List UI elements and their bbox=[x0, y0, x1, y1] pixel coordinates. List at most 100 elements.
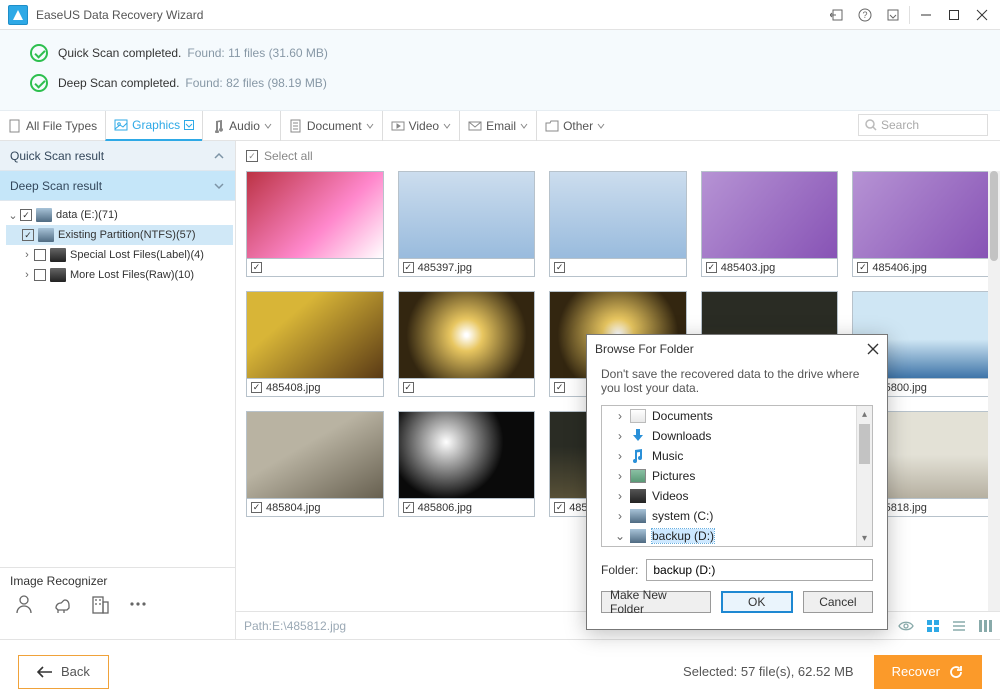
scroll-up-icon[interactable]: ▴ bbox=[857, 406, 872, 422]
menu-icon[interactable] bbox=[879, 1, 907, 29]
search-input[interactable]: Search bbox=[858, 114, 988, 136]
view-details-icon[interactable] bbox=[978, 619, 992, 633]
checkbox[interactable] bbox=[403, 262, 414, 273]
thumbnail-card[interactable]: 485406.jpg bbox=[852, 171, 990, 277]
thumbnail-caption[interactable] bbox=[398, 379, 536, 397]
folder-videos[interactable]: ›Videos bbox=[602, 486, 872, 506]
filter-document[interactable]: Document bbox=[280, 111, 382, 141]
checkbox[interactable] bbox=[554, 382, 565, 393]
filter-email[interactable]: Email bbox=[459, 111, 536, 141]
folder-downloads[interactable]: ›Downloads bbox=[602, 426, 872, 446]
filter-video[interactable]: Video bbox=[382, 111, 459, 141]
help-icon[interactable]: ? bbox=[851, 1, 879, 29]
tree-node-root[interactable]: ⌄ data (E:)(71) bbox=[6, 205, 233, 225]
preview-icon[interactable] bbox=[898, 618, 914, 634]
thumbnail-caption[interactable]: 485806.jpg bbox=[398, 499, 536, 517]
checkbox[interactable] bbox=[22, 229, 34, 241]
tree-node-more[interactable]: › More Lost Files(Raw)(10) bbox=[6, 265, 233, 285]
thumbnail-image[interactable] bbox=[246, 411, 384, 499]
quick-scan-section[interactable]: Quick Scan result bbox=[0, 141, 235, 171]
folder-system[interactable]: ›system (C:) bbox=[602, 506, 872, 526]
scroll-down-icon[interactable]: ▾ bbox=[857, 530, 872, 546]
tree-node-existing[interactable]: Existing Partition(NTFS)(57) bbox=[6, 225, 233, 245]
ok-button[interactable]: OK bbox=[721, 591, 793, 613]
thumbnail-image[interactable] bbox=[398, 171, 536, 259]
animal-icon[interactable] bbox=[52, 594, 72, 614]
thumbnail-card[interactable]: 485804.jpg bbox=[246, 411, 384, 517]
filter-all[interactable]: All File Types bbox=[0, 111, 105, 141]
thumbnail-caption[interactable]: 485804.jpg bbox=[246, 499, 384, 517]
make-new-folder-button[interactable]: Make New Folder bbox=[601, 591, 711, 613]
filter-audio[interactable]: Audio bbox=[202, 111, 280, 141]
app-icon bbox=[8, 5, 28, 25]
checkbox[interactable] bbox=[34, 249, 46, 261]
checkbox[interactable] bbox=[251, 382, 262, 393]
checkbox[interactable] bbox=[403, 382, 414, 393]
view-grid-icon[interactable] bbox=[926, 619, 940, 633]
checkbox[interactable] bbox=[857, 262, 868, 273]
filter-other[interactable]: Other bbox=[536, 111, 613, 141]
dialog-scrollbar[interactable]: ▴ ▾ bbox=[856, 406, 872, 546]
tree-node-special[interactable]: › Special Lost Files(Label)(4) bbox=[6, 245, 233, 265]
thumbnail-card[interactable] bbox=[246, 171, 384, 277]
expand-icon[interactable]: › bbox=[22, 249, 32, 261]
thumbnail-card[interactable]: 485408.jpg bbox=[246, 291, 384, 397]
thumbnail-card[interactable] bbox=[549, 171, 687, 277]
chevron-up-icon bbox=[213, 150, 225, 162]
close-icon[interactable] bbox=[867, 343, 879, 355]
folder-music[interactable]: ›Music bbox=[602, 446, 872, 466]
export-icon[interactable] bbox=[823, 1, 851, 29]
thumbnail-image[interactable] bbox=[701, 171, 839, 259]
thumbnail-caption[interactable]: 485406.jpg bbox=[852, 259, 990, 277]
thumbnail-image[interactable] bbox=[246, 291, 384, 379]
folder-pictures[interactable]: ›Pictures bbox=[602, 466, 872, 486]
checkbox[interactable] bbox=[251, 502, 262, 513]
thumbnail-caption[interactable]: 485408.jpg bbox=[246, 379, 384, 397]
path-text: Path:E:\485812.jpg bbox=[244, 619, 346, 633]
maximize-button[interactable] bbox=[940, 1, 968, 29]
filter-graphics[interactable]: Graphics bbox=[105, 111, 202, 141]
thumbnail-image[interactable] bbox=[398, 411, 536, 499]
checkbox[interactable] bbox=[706, 262, 717, 273]
check-icon bbox=[30, 74, 48, 92]
thumbnail-filename: 485806.jpg bbox=[418, 502, 472, 514]
deep-scan-section[interactable]: Deep Scan result bbox=[0, 171, 235, 201]
checkbox[interactable] bbox=[554, 262, 565, 273]
thumbnail-caption[interactable] bbox=[246, 259, 384, 277]
minimize-button[interactable] bbox=[912, 1, 940, 29]
thumbnail-card[interactable]: 485806.jpg bbox=[398, 411, 536, 517]
thumbnail-caption[interactable]: 485403.jpg bbox=[701, 259, 839, 277]
drive-icon bbox=[630, 509, 646, 523]
checkbox[interactable] bbox=[246, 150, 258, 162]
building-icon[interactable] bbox=[90, 594, 110, 614]
thumbnail-image[interactable] bbox=[246, 171, 384, 259]
folder-backup[interactable]: ⌄backup (D:) bbox=[602, 526, 872, 546]
back-button[interactable]: Back bbox=[18, 655, 109, 689]
folder-input[interactable] bbox=[646, 559, 873, 581]
checkbox[interactable] bbox=[403, 502, 414, 513]
thumbnail-image[interactable] bbox=[852, 171, 990, 259]
person-icon[interactable] bbox=[14, 594, 34, 614]
recover-button[interactable]: Recover bbox=[874, 655, 982, 689]
thumbnail-card[interactable]: 485403.jpg bbox=[701, 171, 839, 277]
checkbox[interactable] bbox=[34, 269, 46, 281]
thumbnail-caption[interactable] bbox=[549, 259, 687, 277]
thumbnail-image[interactable] bbox=[398, 291, 536, 379]
close-button[interactable] bbox=[968, 1, 996, 29]
more-icon[interactable] bbox=[128, 594, 148, 614]
expand-icon[interactable]: › bbox=[22, 269, 32, 281]
thumbnail-card[interactable] bbox=[398, 291, 536, 397]
select-all[interactable]: Select all bbox=[236, 141, 1000, 171]
view-list-icon[interactable] bbox=[952, 619, 966, 633]
cancel-button[interactable]: Cancel bbox=[803, 591, 873, 613]
chevron-down-icon bbox=[443, 122, 451, 130]
collapse-icon[interactable]: ⌄ bbox=[8, 209, 18, 222]
vertical-scrollbar[interactable] bbox=[988, 171, 1000, 611]
folder-documents[interactable]: ›Documents bbox=[602, 406, 872, 426]
checkbox[interactable] bbox=[20, 209, 32, 221]
thumbnail-image[interactable] bbox=[549, 171, 687, 259]
checkbox[interactable] bbox=[554, 502, 565, 513]
checkbox[interactable] bbox=[251, 262, 262, 273]
thumbnail-card[interactable]: 485397.jpg bbox=[398, 171, 536, 277]
thumbnail-caption[interactable]: 485397.jpg bbox=[398, 259, 536, 277]
